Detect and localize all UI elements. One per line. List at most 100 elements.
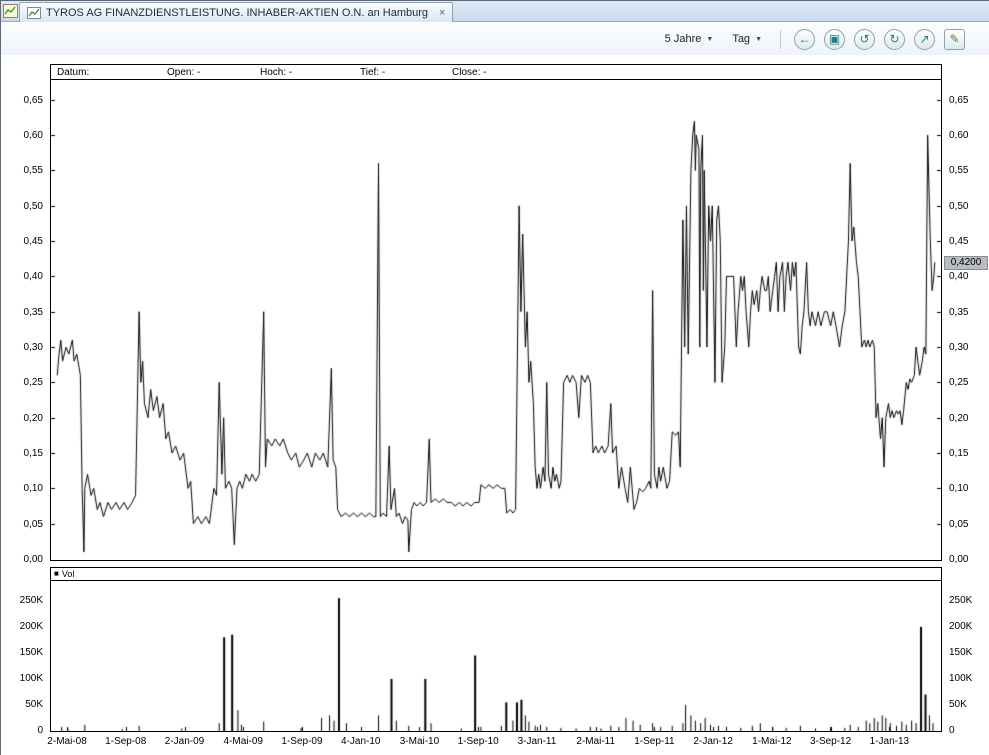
volume-legend-label: Vol <box>62 569 75 579</box>
chart-icon <box>3 4 18 18</box>
chevron-down-icon: ▼ <box>706 36 713 43</box>
open-field: Open: - <box>167 67 200 78</box>
x-axis-labels: 2-Mai-081-Sep-082-Jan-094-Mai-091-Sep-09… <box>51 736 941 750</box>
price-axis-label: 0,55 <box>24 165 43 176</box>
last-price-tag: 0,4200 <box>944 256 988 270</box>
reload-button[interactable]: ↻ <box>884 29 905 50</box>
price-axis-label: 0,55 <box>949 165 968 176</box>
volume-axis-label: 100K <box>20 673 43 684</box>
chart-tab-icon <box>27 7 41 19</box>
x-axis-label: 2-Mai-08 <box>37 736 97 747</box>
ohlc-info-strip: Datum: Open: - Hoch: - Tief: - Close: - <box>50 64 942 80</box>
price-axis-right: 0,000,050,100,150,200,250,300,350,400,45… <box>945 81 989 560</box>
close-field: Close: - <box>452 67 486 78</box>
price-axis-label: 0,25 <box>24 377 43 388</box>
volume-axis-label: 250K <box>20 595 43 606</box>
x-axis-label: 1-Sep-08 <box>96 736 156 747</box>
back-button[interactable]: ← <box>794 29 815 50</box>
volume-axis-label: 0 <box>37 725 43 736</box>
volume-chart-canvas[interactable] <box>51 581 941 731</box>
volume-legend: ■ Vol <box>51 568 941 581</box>
back-icon: ← <box>799 32 811 46</box>
x-axis-label: 3-Sep-12 <box>801 736 861 747</box>
volume-axis-left: 050K100K150K200K250K <box>1 581 47 731</box>
price-axis-label: 0,05 <box>949 519 968 530</box>
price-axis-label: 0,30 <box>24 342 43 353</box>
price-axis-label: 0,65 <box>949 95 968 106</box>
price-axis-left: 0,000,050,100,150,200,250,300,350,400,45… <box>1 81 47 560</box>
volume-axis-right: 050K100K150K200K250K <box>945 581 989 731</box>
price-axis-label: 0,10 <box>24 483 43 494</box>
price-axis-label: 0,15 <box>949 448 968 459</box>
price-axis-label: 0,50 <box>949 201 968 212</box>
hoch-field: Hoch: - <box>260 67 292 78</box>
volume-axis-label: 100K <box>949 673 972 684</box>
price-axis-label: 0,60 <box>24 130 43 141</box>
price-axis-label: 0,50 <box>24 201 43 212</box>
price-axis-label: 0,15 <box>24 448 43 459</box>
price-axis-label: 0,60 <box>949 130 968 141</box>
volume-axis-label: 200K <box>949 621 972 632</box>
period-dropdown[interactable]: 5 Jahre ▼ <box>660 30 719 48</box>
chevron-down-icon: ▼ <box>755 36 762 43</box>
x-axis-label: 2-Mai-11 <box>566 736 626 747</box>
price-axis-label: 0,40 <box>949 271 968 282</box>
price-axis-label: 0,35 <box>949 307 968 318</box>
period-value: 5 Jahre <box>665 33 702 45</box>
volume-axis-label: 0 <box>949 725 955 736</box>
price-axis-label: 0,25 <box>949 377 968 388</box>
price-axis-label: 0,00 <box>24 554 43 565</box>
volume-axis-label: 150K <box>20 647 43 658</box>
price-axis-label: 0,20 <box>949 413 968 424</box>
x-axis-label: 1-Mai-12 <box>742 736 802 747</box>
toolbar-separator <box>780 30 781 49</box>
x-axis-label: 3-Jan-11 <box>507 736 567 747</box>
price-axis-label: 0,40 <box>24 271 43 282</box>
edit-button[interactable]: ✎ <box>944 29 965 50</box>
toolbar: 5 Jahre ▼ Tag ▼ ← ▣ ↺ ↻ ↗ ✎ <box>1 23 989 55</box>
refresh-button[interactable]: ↺ <box>854 29 875 50</box>
tief-field: Tief: - <box>360 67 385 78</box>
x-axis-label: 2-Jan-12 <box>683 736 743 747</box>
price-axis-label: 0,10 <box>949 483 968 494</box>
price-axis-label: 0,45 <box>24 236 43 247</box>
reload-icon: ↻ <box>889 32 899 46</box>
datum-field: Datum: <box>57 67 89 78</box>
price-axis-label: 0,05 <box>24 519 43 530</box>
volume-axis-label: 200K <box>20 621 43 632</box>
x-axis-label: 3-Mai-10 <box>389 736 449 747</box>
volume-panel: ■ Vol <box>50 567 942 732</box>
price-axis-label: 0,45 <box>949 236 968 247</box>
x-axis-label: 4-Jan-10 <box>331 736 391 747</box>
price-chart-canvas[interactable] <box>51 80 941 559</box>
tab-title: TYROS AG FINANZDIENSTLEISTUNG. INHABER-A… <box>46 7 428 19</box>
save-icon: ▣ <box>829 32 840 46</box>
save-button[interactable]: ▣ <box>824 29 845 50</box>
popout-icon: ↗ <box>919 32 929 46</box>
tab-close-icon[interactable]: × <box>439 7 445 19</box>
edit-icon: ✎ <box>949 32 959 46</box>
price-axis-label: 0,35 <box>24 307 43 318</box>
interval-dropdown[interactable]: Tag ▼ <box>727 30 767 48</box>
x-axis-label: 2-Jan-09 <box>155 736 215 747</box>
x-axis-label: 1-Sep-09 <box>272 736 332 747</box>
price-axis-label: 0,65 <box>24 95 43 106</box>
price-axis-label: 0,20 <box>24 413 43 424</box>
window-chart-icon[interactable] <box>3 4 18 18</box>
x-axis-label: 4-Mai-09 <box>213 736 273 747</box>
x-axis-label: 1-Sep-11 <box>624 736 684 747</box>
price-chart <box>50 80 942 561</box>
volume-axis-label: 50K <box>949 699 967 710</box>
refresh-icon: ↺ <box>859 32 869 46</box>
volume-axis-label: 250K <box>949 595 972 606</box>
volume-axis-label: 150K <box>949 647 972 658</box>
popout-button[interactable]: ↗ <box>914 29 935 50</box>
x-axis-label: 1-Sep-10 <box>448 736 508 747</box>
price-axis-label: 0,30 <box>949 342 968 353</box>
price-axis-label: 0,00 <box>949 554 968 565</box>
tab-bar: TYROS AG FINANZDIENSTLEISTUNG. INHABER-A… <box>1 1 989 22</box>
chart-tab[interactable]: TYROS AG FINANZDIENSTLEISTUNG. INHABER-A… <box>19 2 453 22</box>
x-axis-label: 1-Jan-13 <box>859 736 919 747</box>
volume-axis-label: 50K <box>25 699 43 710</box>
interval-value: Tag <box>732 33 750 45</box>
